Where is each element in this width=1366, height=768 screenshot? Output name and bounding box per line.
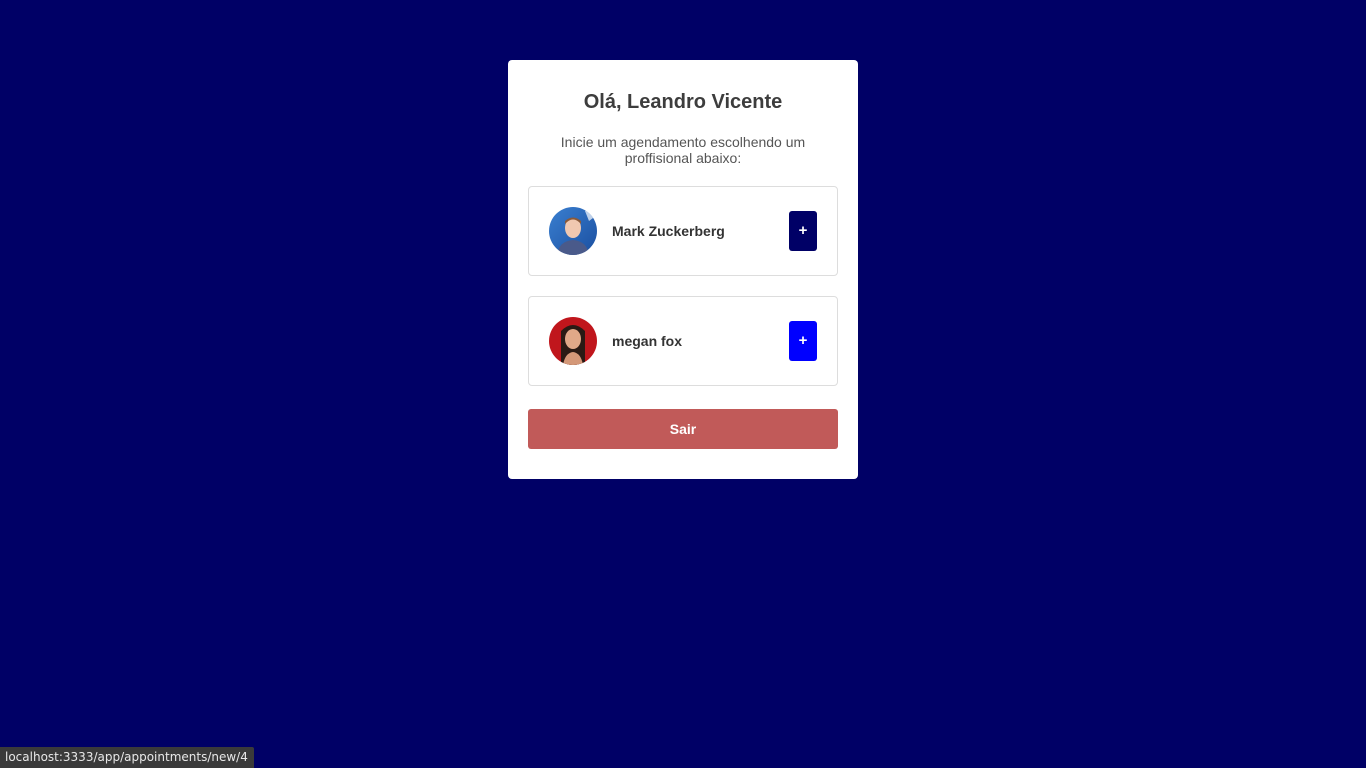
provider-avatar	[549, 207, 597, 255]
avatar-photo-icon	[549, 317, 597, 365]
provider-avatar	[549, 317, 597, 365]
instruction-text: Inicie um agendamento escolhendo um prof…	[560, 134, 806, 166]
greeting-title: Olá, Leandro Vicente	[583, 91, 783, 113]
provider-name: megan fox	[612, 333, 683, 349]
browser-status-url: localhost:3333/app/appointments/new/4	[0, 747, 254, 768]
add-appointment-button[interactable]: +	[789, 211, 817, 251]
add-appointment-button[interactable]: +	[789, 321, 817, 361]
logout-button[interactable]: Sair	[528, 409, 838, 449]
provider-item: Mark Zuckerberg +	[528, 186, 838, 276]
provider-item: megan fox +	[528, 296, 838, 386]
avatar-photo-icon	[549, 207, 597, 255]
provider-name: Mark Zuckerberg	[612, 223, 725, 239]
page-background: Olá, Leandro Vicente Inicie um agendamen…	[0, 0, 1366, 768]
dashboard-card: Olá, Leandro Vicente Inicie um agendamen…	[508, 60, 858, 479]
